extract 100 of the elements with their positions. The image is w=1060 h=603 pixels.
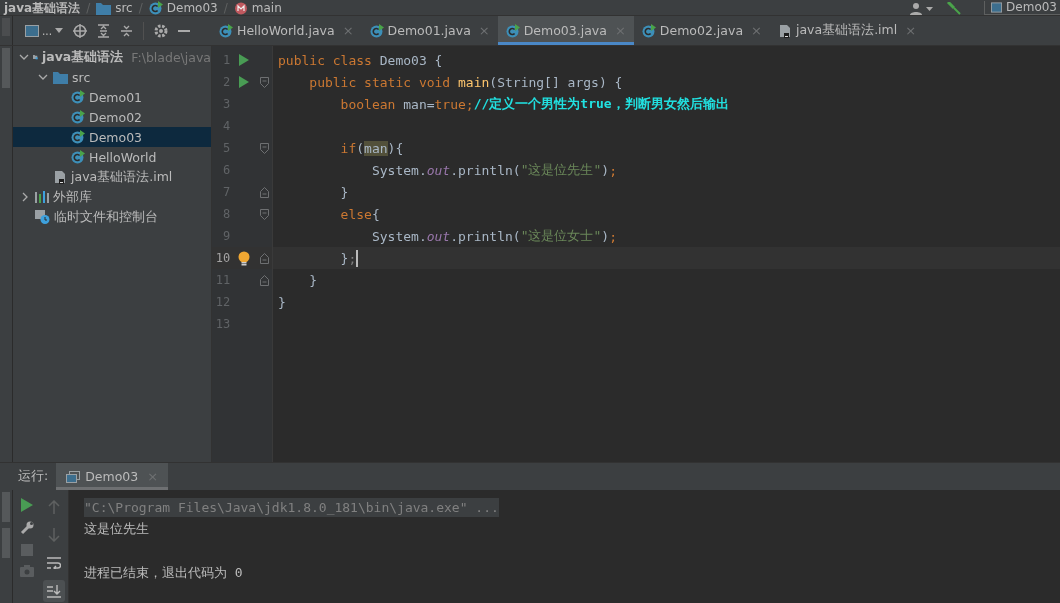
breadcrumb-item[interactable]: src bbox=[92, 2, 137, 15]
code-comment: //定义一个男性为true，判断男女然后输出 bbox=[473, 95, 729, 113]
editor-tab[interactable]: Demo01.java × bbox=[361, 16, 498, 45]
lightbulb-icon[interactable] bbox=[237, 250, 250, 266]
code-token: System. bbox=[370, 162, 427, 178]
fold-marker-icon[interactable] bbox=[260, 252, 270, 264]
code-token: ) bbox=[601, 162, 610, 178]
code-token: out bbox=[426, 228, 451, 244]
code-token: .println( bbox=[450, 162, 521, 178]
console-output: 进程已结束，退出代码为 0 bbox=[84, 564, 243, 582]
code-token: } bbox=[308, 272, 318, 288]
code-token: } bbox=[339, 184, 349, 200]
file-icon bbox=[53, 170, 67, 184]
tree-item[interactable]: Demo02 bbox=[13, 107, 211, 127]
tree-item-label: java基础语法.iml bbox=[71, 168, 173, 186]
code-token: ){ bbox=[387, 140, 404, 156]
class-icon bbox=[71, 110, 85, 124]
tree-item[interactable]: java基础语法.iml bbox=[13, 167, 211, 187]
code-token: public static void bbox=[308, 74, 452, 90]
class-icon bbox=[71, 150, 85, 164]
tree-item[interactable]: HelloWorld bbox=[13, 147, 211, 167]
tree-item-label: HelloWorld bbox=[89, 149, 157, 165]
chevron-down-icon[interactable] bbox=[19, 52, 29, 62]
code-token: ; bbox=[609, 228, 617, 244]
breadcrumb-label: main bbox=[251, 2, 282, 15]
library-icon bbox=[35, 191, 49, 203]
expand-all-icon[interactable] bbox=[97, 23, 110, 38]
code-token: ) bbox=[601, 228, 610, 244]
code-token: } bbox=[339, 250, 349, 266]
settings-icon[interactable] bbox=[154, 23, 168, 38]
run-panel-label: 运行: bbox=[17, 467, 50, 485]
console-output: 这是位先生 bbox=[84, 520, 149, 538]
fold-marker-icon[interactable] bbox=[260, 208, 270, 220]
tree-item-label: Demo02 bbox=[89, 109, 143, 125]
tree-item-label: 外部库 bbox=[53, 188, 92, 206]
crosshair-icon[interactable] bbox=[73, 23, 87, 38]
breadcrumb-separator: / bbox=[137, 2, 144, 15]
console-icon bbox=[66, 470, 81, 483]
tree-item[interactable]: Demo01 bbox=[13, 87, 211, 107]
scratch-console-icon bbox=[35, 210, 50, 224]
code-token: .println( bbox=[450, 228, 521, 244]
hammer-icon[interactable] bbox=[946, 2, 962, 15]
tree-item-label: src bbox=[72, 69, 91, 85]
breadcrumb-item[interactable]: main bbox=[229, 2, 286, 15]
code-token: true; bbox=[434, 96, 474, 112]
class-icon bbox=[71, 90, 85, 104]
run-icon[interactable] bbox=[238, 54, 249, 66]
scroll-to-end-icon[interactable] bbox=[43, 580, 65, 602]
window-icon bbox=[25, 24, 39, 37]
tree-item[interactable]: java基础语法 F:\blade\java bbox=[13, 47, 211, 67]
code-token: out bbox=[426, 162, 451, 178]
fold-marker-icon[interactable] bbox=[260, 274, 270, 286]
window-icon bbox=[991, 2, 1003, 13]
caret-icon bbox=[55, 28, 63, 33]
code-token: if bbox=[339, 140, 357, 156]
code-token: "这是位先生" bbox=[520, 161, 602, 179]
file-icon bbox=[777, 23, 792, 38]
code-token: boolean bbox=[339, 96, 397, 112]
class-icon bbox=[369, 23, 384, 38]
fold-marker-icon[interactable] bbox=[260, 186, 270, 198]
minimize-icon[interactable] bbox=[178, 29, 190, 32]
tree-item[interactable]: src bbox=[13, 67, 211, 87]
fold-marker-icon[interactable] bbox=[260, 76, 270, 88]
tree-item[interactable]: 临时文件和控制台 bbox=[13, 207, 211, 227]
code-token: ; bbox=[348, 250, 357, 266]
collapse-all-icon[interactable] bbox=[120, 23, 133, 38]
fold-marker-icon[interactable] bbox=[260, 142, 270, 154]
run-tab[interactable]: Demo03 × bbox=[56, 463, 169, 490]
folder-icon bbox=[53, 70, 68, 84]
code-token: System. bbox=[370, 228, 427, 244]
tree-item[interactable]: Demo03 bbox=[13, 127, 211, 147]
run-icon[interactable] bbox=[238, 76, 249, 88]
code-token: man bbox=[364, 140, 388, 156]
breadcrumb-label: src bbox=[115, 2, 133, 15]
breadcrumb-separator: / bbox=[222, 2, 229, 15]
breadcrumb-item[interactable]: Demo03 bbox=[144, 1, 222, 15]
chevron-down-icon[interactable] bbox=[38, 72, 48, 82]
code-token: main bbox=[458, 74, 490, 90]
tree-item-label: java基础语法 bbox=[41, 48, 124, 66]
code-token: ; bbox=[609, 162, 617, 178]
editor-tab[interactable]: HelloWorld.java × bbox=[211, 16, 362, 45]
code-token: ( bbox=[356, 140, 365, 156]
tree-item-label: 临时文件和控制台 bbox=[54, 208, 158, 226]
code-token: (String[] args) { bbox=[489, 74, 623, 90]
wrench-icon[interactable] bbox=[19, 521, 34, 535]
console-command: "C:\Program Files\Java\jdk1.8.0_181\bin\java.exe" ... bbox=[84, 497, 499, 517]
view-selector-button[interactable]: ... bbox=[25, 23, 63, 38]
tree-item[interactable]: 外部库 bbox=[13, 187, 211, 207]
editor-tab[interactable]: Demo02.java × bbox=[633, 16, 770, 45]
class-icon bbox=[641, 23, 656, 38]
line-number: 10 bbox=[214, 251, 231, 265]
run-configuration-selector[interactable]: Demo03 bbox=[984, 1, 1060, 15]
user-icon[interactable] bbox=[910, 3, 934, 15]
editor-tab[interactable]: Demo03.java × bbox=[497, 16, 634, 45]
run-icon[interactable] bbox=[20, 498, 33, 512]
method-icon bbox=[233, 2, 248, 15]
chevron-right-icon[interactable] bbox=[20, 192, 30, 202]
editor-tab[interactable]: java基础语法.iml × bbox=[769, 16, 925, 45]
code-token: Demo03 { bbox=[379, 52, 443, 68]
code-token: else bbox=[339, 206, 372, 222]
